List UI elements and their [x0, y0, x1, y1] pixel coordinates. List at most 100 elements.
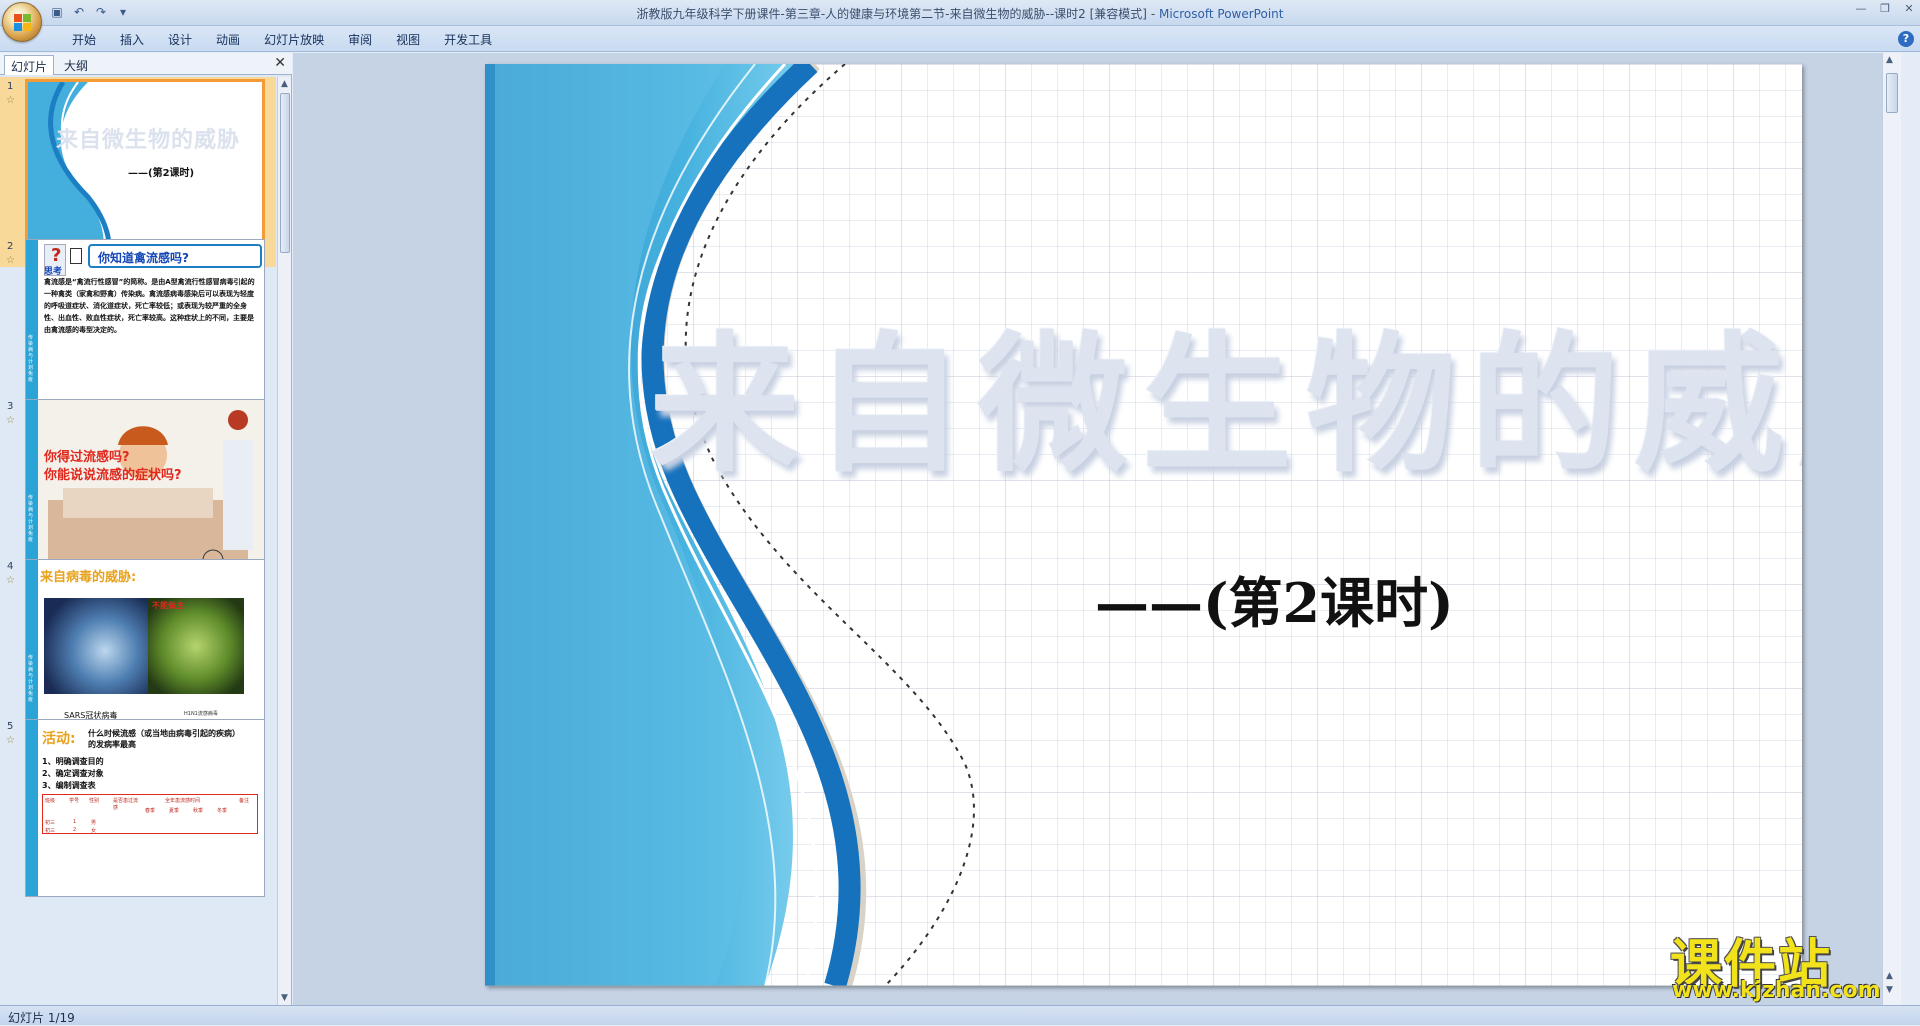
- table-header: 全年患流感时间: [165, 798, 201, 804]
- table-header: 是否患过流感: [113, 798, 139, 811]
- table-cell: 初三: [45, 828, 56, 834]
- h1n1-virus-image: [148, 598, 244, 694]
- thumb-sidebar: 传染病与计划免疫: [26, 240, 38, 416]
- ribbon-tabs: 开始 插入 设计 动画 幻灯片放映 审阅 视图 开发工具: [60, 30, 504, 50]
- thumb-sidebar: [26, 720, 38, 896]
- slide-thumb-image: 传染病与计划免疫 来自病毒的威胁: 不能做主 SARS冠状病毒 H1N1流感病毒: [25, 559, 265, 737]
- table-cell: 初三: [45, 820, 56, 826]
- tab-slideshow[interactable]: 幻灯片放映: [252, 30, 336, 50]
- slide-number: 1: [7, 81, 14, 92]
- season-header: 秋季: [193, 808, 204, 814]
- slide-thumb-image: 来自微生物的威胁 ——(第2课时): [25, 79, 265, 257]
- slide-wave-decoration: [485, 64, 1802, 986]
- thumb-step-3: 3、编制调查表: [42, 781, 96, 790]
- season-header: 春季: [145, 808, 156, 814]
- slide-subtitle[interactable]: ——(第2课时): [1095, 559, 1454, 638]
- thumb-step-2: 2、确定调查对象: [42, 769, 104, 778]
- thumb-step-1: 1、明确调查目的: [42, 757, 104, 766]
- pane-tabs: 幻灯片 大纲 ✕: [0, 53, 292, 75]
- tab-slides[interactable]: 幻灯片: [4, 55, 55, 75]
- thumb-sidebar: 传染病与计划免疫: [26, 400, 38, 576]
- thumb-side-label: 传染病与计划免疫: [28, 335, 34, 383]
- sick-child-illustration: [38, 400, 264, 576]
- scroll-up-icon[interactable]: ▲: [1886, 55, 1893, 65]
- scrollbar-thumb[interactable]: [280, 93, 290, 253]
- slide-number: 5: [7, 721, 14, 732]
- table-cell: 2: [73, 827, 77, 833]
- thumb-line-2: 你能说说流感的症状吗?: [44, 468, 182, 483]
- office-button[interactable]: [2, 2, 42, 42]
- table-header: 班级: [45, 798, 56, 804]
- slide-title[interactable]: 来自微生物的威胁: [650, 284, 1802, 494]
- thumb-side-label: 传染病与计划免疫: [28, 655, 34, 703]
- thumb-sidebar: 传染病与计划免疫: [26, 560, 38, 736]
- thumb-title: 你知道禽流感吗?: [98, 251, 189, 265]
- slide-number: 3: [7, 401, 14, 412]
- window-title: 浙教版九年级科学下册课件-第三章-人的健康与环境第二节-来自微生物的威胁--课时…: [636, 7, 1284, 21]
- scroll-down-icon[interactable]: ▼: [281, 993, 288, 1003]
- tab-outline[interactable]: 大纲: [58, 55, 94, 75]
- table-cell: 1: [73, 819, 77, 825]
- thumb-title: 什么时候流感（或当地由病毒引起的疾病）的发病率最高: [88, 729, 236, 749]
- animation-star-icon: ☆: [6, 415, 15, 426]
- slide-number: 4: [7, 561, 14, 572]
- slide-number: 2: [7, 241, 14, 252]
- thumb-title-prefix: 活动:: [42, 731, 76, 747]
- slide-scrollbar[interactable]: ▲ ▲ ▼: [1882, 53, 1901, 1005]
- tab-insert[interactable]: 插入: [108, 30, 156, 50]
- thumb-title: 来自病毒的威胁:: [40, 570, 137, 585]
- office-logo-icon: [14, 14, 32, 32]
- watermark-logo: 课件站 www.kjzhan.com: [1640, 922, 1912, 1004]
- slide-thumbnails: 1 ☆ 来自微生物的威胁 ——(第2课时) 2 ☆ 传染病与计划免疫 ? 思考 …: [0, 77, 276, 1005]
- thumb-label-right: 不能做主: [152, 601, 184, 610]
- season-header: 夏季: [169, 808, 180, 814]
- restore-icon[interactable]: ❐: [1878, 2, 1892, 15]
- table-cell: 女: [91, 828, 97, 834]
- thumb-body: 禽流感是“禽流行性感冒”的简称。是由A型禽流行性感冒病毒引起的一种禽类（家禽和野…: [44, 278, 255, 334]
- current-slide[interactable]: 来自微生物的威胁 ——(第2课时): [485, 64, 1802, 986]
- thumbnails-scrollbar[interactable]: ▲ ▼: [277, 77, 291, 1005]
- season-header: 冬季: [217, 808, 228, 814]
- slide-editor: 来自微生物的威胁 ——(第2课时) ▲ ▲ ▼: [293, 53, 1901, 1005]
- blank-box: [70, 248, 82, 264]
- tab-design[interactable]: 设计: [156, 30, 204, 50]
- thumb-side-label: 传染病与计划免疫: [28, 495, 34, 543]
- minimize-icon[interactable]: —: [1854, 2, 1868, 15]
- document-title: 浙教版九年级科学下册课件-第三章-人的健康与环境第二节-来自微生物的威胁--课时…: [636, 7, 1147, 21]
- tab-review[interactable]: 审阅: [336, 30, 384, 50]
- thumb-table: 班级 学号 性别 是否患过流感 全年患流感时间 备注 春季 夏季 秋季 冬季 初…: [42, 794, 258, 834]
- app-name: Microsoft PowerPoint: [1158, 7, 1284, 21]
- animation-star-icon: ☆: [6, 95, 15, 106]
- pane-close-icon[interactable]: ✕: [274, 55, 286, 71]
- scroll-up-icon[interactable]: ▲: [281, 79, 288, 89]
- tab-view[interactable]: 视图: [384, 30, 432, 50]
- title-bar: ▣ ↶ ↷ ▾ 浙教版九年级科学下册课件-第三章-人的健康与环境第二节-来自微生…: [0, 0, 1920, 42]
- slide-thumb-image: 传染病与计划免疫 你得过流感吗? 你能说说流感的症状吗?: [25, 399, 265, 577]
- watermark-url: www.kjzhan.com: [1672, 978, 1881, 1003]
- thumb-title: 来自微生物的威胁: [56, 128, 241, 153]
- animation-star-icon: ☆: [6, 735, 15, 746]
- thumb-caption-right: H1N1流感病毒: [184, 711, 218, 717]
- animation-star-icon: ☆: [6, 255, 15, 266]
- table-header: 备注: [239, 798, 250, 804]
- tab-animations[interactable]: 动画: [204, 30, 252, 50]
- table-header: 性别: [89, 798, 100, 804]
- thumb-title-arrow: 你知道禽流感吗?: [88, 244, 262, 268]
- tab-developer[interactable]: 开发工具: [432, 30, 504, 50]
- slide-thumb-image: 活动: 什么时候流感（或当地由病毒引起的疾病）的发病率最高 1、明确调查目的 2…: [25, 719, 265, 897]
- thumb-line-1: 你得过流感吗?: [44, 450, 130, 465]
- table-cell: 男: [91, 820, 97, 826]
- thumb-subtitle: ——(第2课时): [128, 168, 195, 179]
- slides-pane: 幻灯片 大纲 ✕ 1 ☆ 来自微生物的威胁 ——(第2课时) 2 ☆ 传染病与计…: [0, 53, 292, 1005]
- status-bar: 幻灯片 1/19: [0, 1005, 1920, 1025]
- ribbon: 开始 插入 设计 动画 幻灯片放映 审阅 视图 开发工具 ?: [0, 26, 1920, 52]
- help-icon[interactable]: ?: [1898, 31, 1914, 47]
- table-header: 学号: [69, 798, 80, 804]
- tab-home[interactable]: 开始: [60, 30, 108, 50]
- slide-counter: 幻灯片 1/19: [8, 1011, 75, 1025]
- window-controls: — ❐ ✕: [1854, 2, 1916, 15]
- close-icon[interactable]: ✕: [1902, 2, 1916, 15]
- scrollbar-thumb[interactable]: [1886, 73, 1898, 113]
- slide-thumb-image: 传染病与计划免疫 ? 思考 你知道禽流感吗? 禽流感是“禽流行性感冒”的简称。是…: [25, 239, 265, 417]
- slide-thumbnail-5[interactable]: 5 ☆ 活动: 什么时候流感（或当地由病毒引起的疾病）的发病率最高 1、明确调查…: [0, 717, 276, 907]
